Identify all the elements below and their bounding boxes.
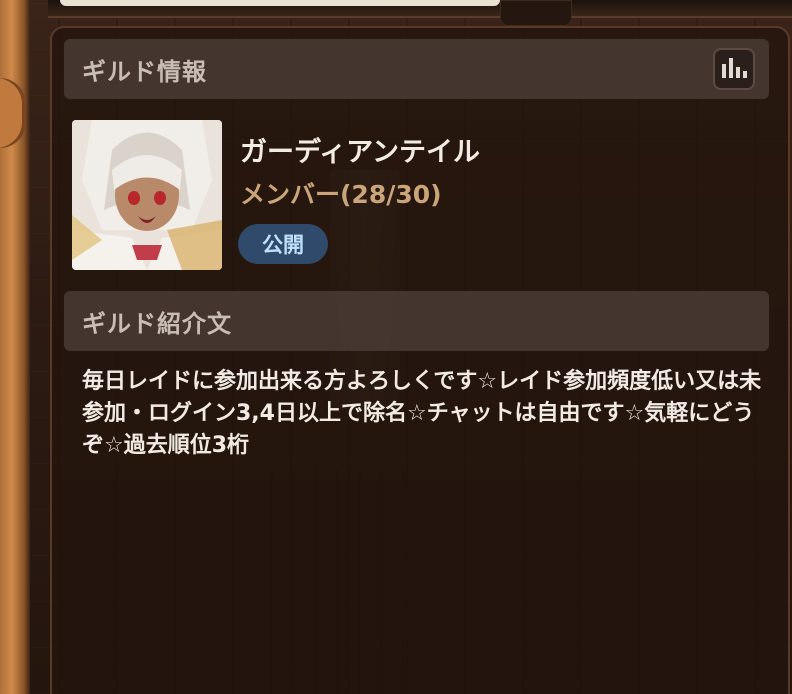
guild-intro-text: 毎日レイドに参加出来る方よろしくです☆レイド参加頻度低い又は未参加・ログイン3,… [82, 369, 762, 458]
member-count: メンバー(28/30) [240, 180, 442, 209]
guild-intro-title: ギルド紹介文 [82, 309, 232, 338]
guild-info-header: ギルド情報 [64, 39, 769, 99]
visibility-badge: 公開 [238, 224, 328, 264]
game-screen: ギルド情報 ガーディアンテイル メンバー(28/30) 公開 ギルド紹介文 毎日… [0, 0, 792, 694]
guild-avatar [72, 120, 222, 270]
bar-chart-icon[interactable] [713, 48, 755, 90]
guild-intro-header: ギルド紹介文 [64, 291, 769, 351]
guild-name: ガーディアンテイル [240, 137, 481, 168]
guild-emblem-icon [72, 120, 222, 270]
top-tab [60, 0, 500, 6]
guild-info-title: ギルド情報 [82, 57, 207, 86]
top-tab-secondary [500, 0, 572, 26]
